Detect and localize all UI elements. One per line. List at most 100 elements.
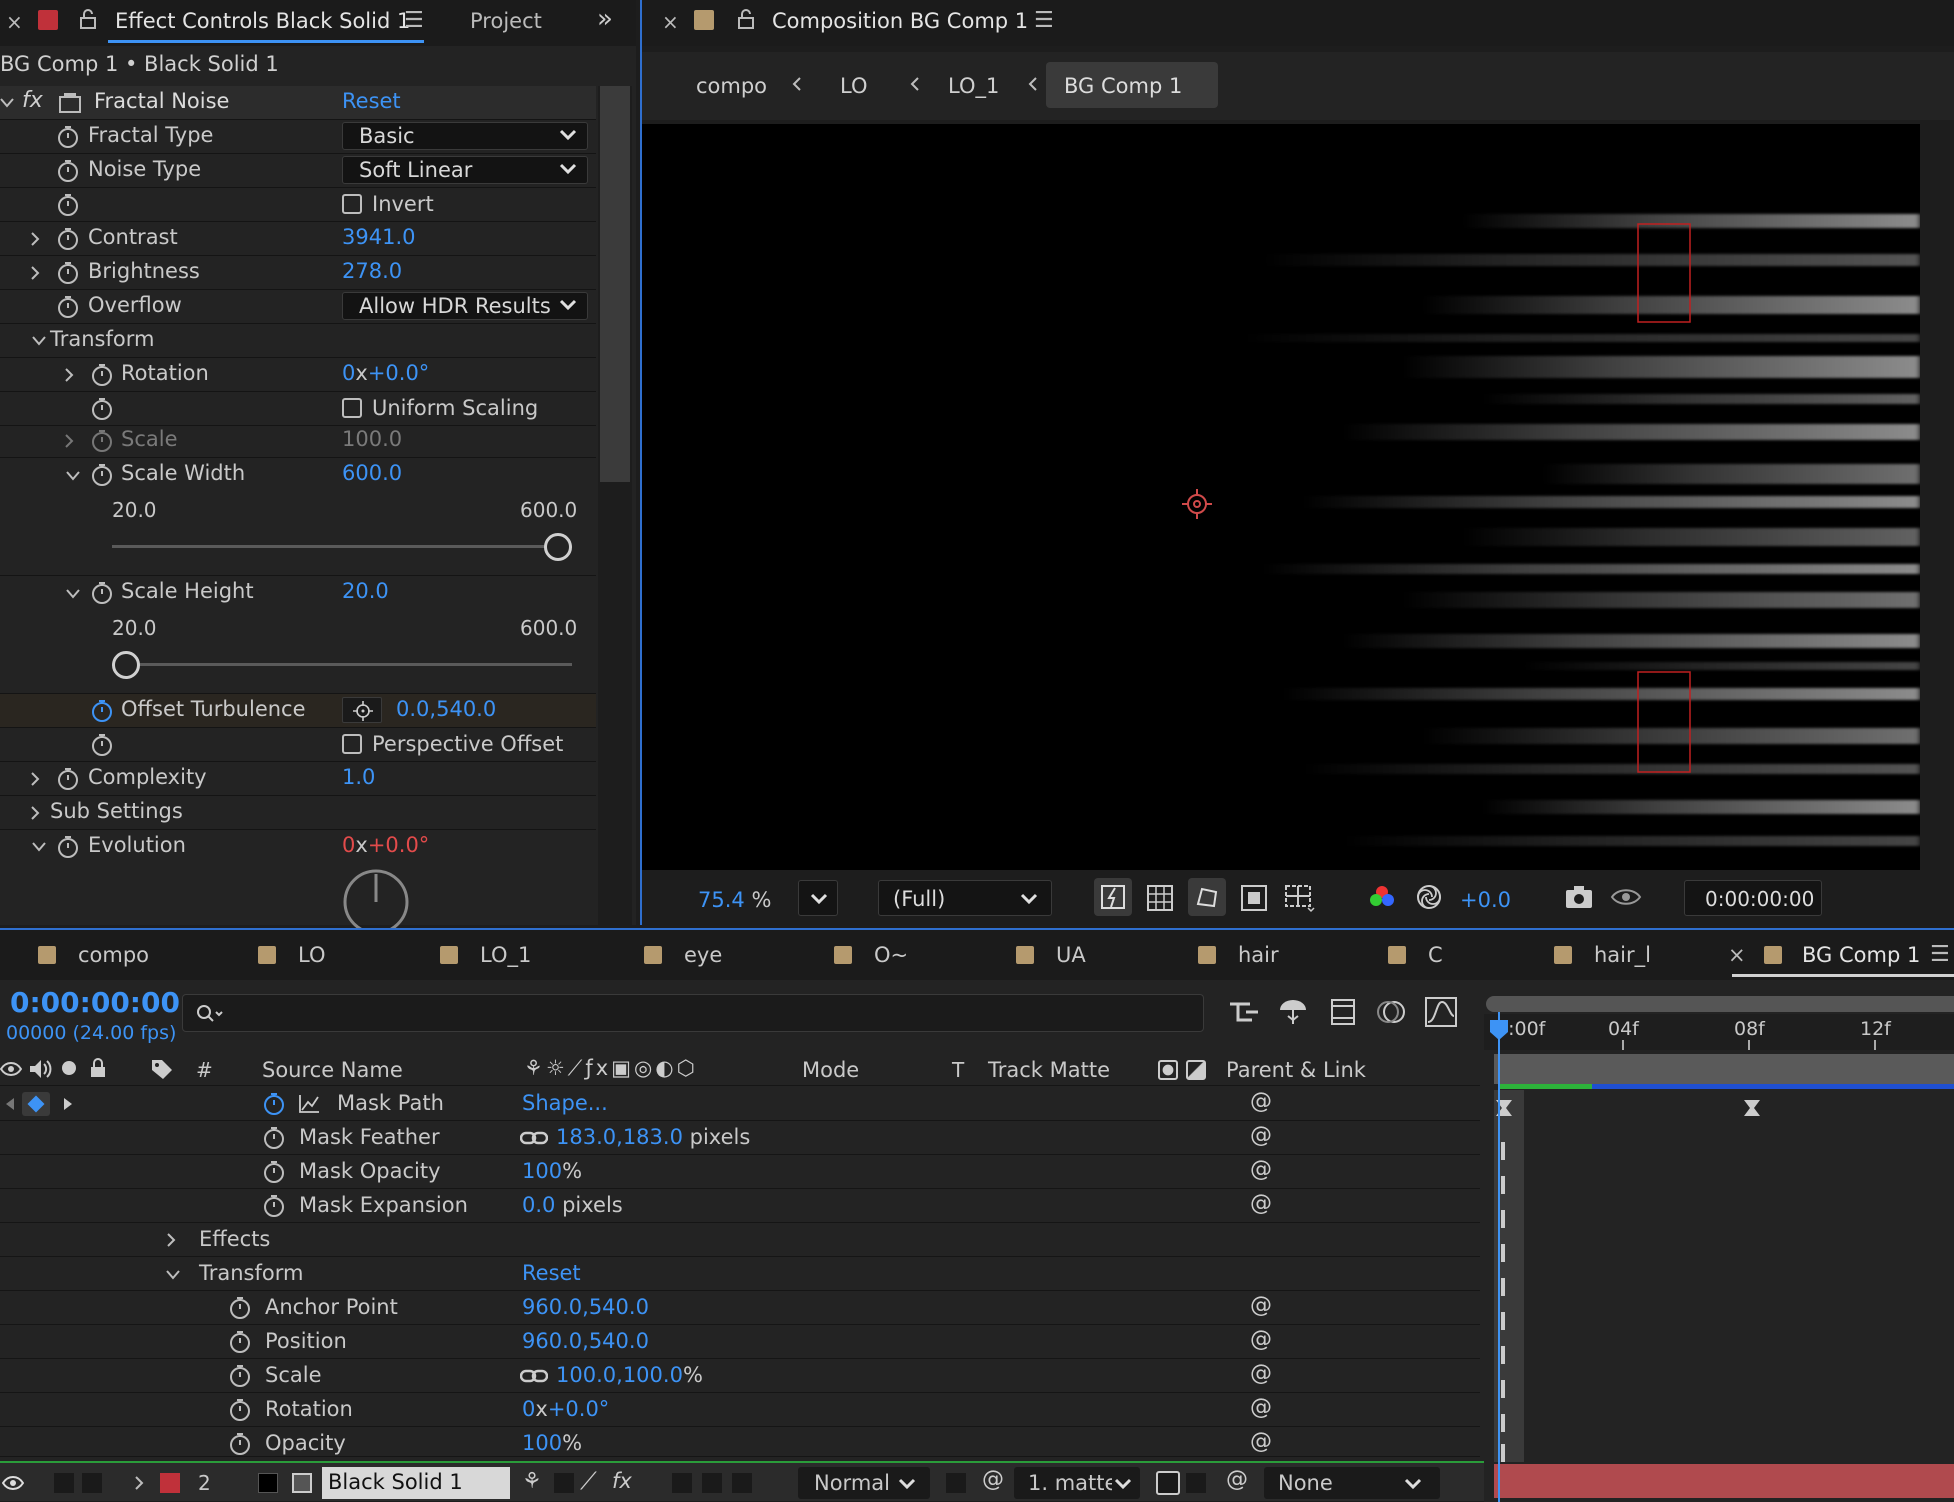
graph-icon[interactable] [298,1094,320,1114]
composition-tab[interactable]: Composition BG Comp 1 [772,9,1028,33]
video-visibility-icon[interactable] [0,1060,22,1078]
scale-height-slider-thumb[interactable] [112,651,140,679]
stopwatch-icon[interactable] [56,261,80,285]
chevron-down-icon[interactable] [0,98,14,108]
project-tab[interactable]: Project [470,9,542,33]
pick-whip-icon[interactable]: @ [1250,1327,1272,1352]
chevron-right-icon[interactable] [30,806,40,820]
composition-flowchart-icon[interactable] [1228,998,1264,1028]
keyframe-marker[interactable] [1494,1098,1514,1118]
stopwatch-icon[interactable] [90,397,114,421]
scrollbar-thumb[interactable] [600,86,630,482]
stopwatch-icon[interactable] [90,429,114,453]
scale-width-slider-track[interactable] [112,545,572,548]
pick-whip-icon[interactable]: @ [1250,1191,1272,1216]
solo-switch[interactable] [82,1473,102,1493]
point-picker-icon[interactable] [342,697,382,723]
crumb-lo-1[interactable]: LO_1 [948,74,999,98]
parent-link-header[interactable]: Parent & Link [1226,1058,1366,1082]
composition-viewer[interactable] [642,124,1920,870]
lock-icon[interactable] [736,8,756,30]
anchor-point-value[interactable]: 960.0,540.0 [522,1295,649,1319]
chevron-down-icon[interactable] [166,1270,180,1280]
pick-whip-icon[interactable]: @ [1250,1089,1272,1114]
next-keyframe-icon[interactable] [62,1097,74,1111]
solo-icon[interactable] [62,1061,76,1075]
viewer-timecode[interactable]: 0:00:00:00 [1684,880,1822,916]
snapshot-camera-icon[interactable] [1564,884,1594,910]
graph-editor-icon[interactable] [1424,996,1458,1028]
stopwatch-icon[interactable] [90,463,114,487]
label-color-swatch[interactable] [694,10,714,30]
chevron-right-icon[interactable] [30,232,40,246]
resolution-dropdown[interactable]: (Full) [878,880,1052,916]
stopwatch-icon[interactable] [90,581,114,605]
crumb-lo[interactable]: LO [840,74,867,98]
uniform-scaling-checkbox[interactable] [342,398,362,418]
evolution-dial[interactable] [342,868,410,928]
shy-layers-icon[interactable] [1276,996,1310,1028]
crumb-bg-comp-1[interactable]: BG Comp 1 [1046,62,1218,108]
mask-feather-value[interactable]: 183.0,183.0 pixels [556,1125,750,1149]
current-time-indicator[interactable] [1498,1012,1500,1502]
chevron-right-icon[interactable] [30,266,40,280]
pick-whip-icon[interactable]: @ [1250,1157,1272,1182]
zoom-dropdown[interactable] [798,880,838,916]
chevron-down-icon[interactable] [66,471,80,481]
mask-visibility-button[interactable] [1188,878,1226,916]
stopwatch-icon[interactable] [228,1296,252,1320]
chevron-down-icon[interactable] [32,842,46,852]
layer-duration-bar[interactable] [1494,1464,1954,1498]
tab-hair[interactable]: hair [1238,930,1279,980]
layer-row[interactable]: 2 Black Solid 1 ⚘ ⟋ fx Normal @ 1. matte… [0,1461,1490,1501]
playhead-icon[interactable] [1488,1018,1510,1042]
scale-height-value[interactable]: 20.0 [342,579,389,603]
scale-width-slider-thumb[interactable] [544,533,572,561]
search-input[interactable] [182,994,1204,1032]
pick-whip-icon[interactable]: @ [1250,1123,1272,1148]
audio-switch[interactable] [54,1473,74,1493]
contrast-value[interactable]: 3941.0 [342,225,415,249]
track-matte-dropdown[interactable]: 1. matte [1014,1467,1140,1499]
pick-whip-icon[interactable]: @ [1250,1293,1272,1318]
position-value[interactable]: 960.0,540.0 [522,1329,649,1353]
panel-menu-icon[interactable]: ☰ [404,8,424,33]
audio-icon[interactable] [28,1058,52,1080]
layer-label-swatch[interactable] [160,1473,180,1493]
stopwatch-icon[interactable] [56,295,80,319]
label-tag-icon[interactable] [150,1058,174,1080]
zoom-value[interactable]: 75.4 % [698,888,771,912]
stopwatch-active-icon[interactable] [90,699,114,723]
transparency-grid-icon[interactable] [1146,884,1174,912]
scale-width-value[interactable]: 600.0 [342,461,402,485]
add-keyframe-button[interactable] [22,1092,50,1116]
lock-icon[interactable] [78,8,98,30]
shy-switch-icon[interactable]: ⚘ [522,1469,542,1494]
previous-keyframe-icon[interactable] [4,1097,16,1111]
source-name-header[interactable]: Source Name [262,1058,403,1082]
adjustment-switch[interactable] [732,1473,752,1493]
frame-blend-switch[interactable] [672,1473,692,1493]
close-icon[interactable]: × [1728,930,1746,980]
pick-whip-icon[interactable]: @ [1250,1361,1272,1386]
offset-turbulence-value[interactable]: 0.0,540.0 [396,697,496,721]
matte-pick-whip-icon[interactable]: @ [982,1467,1004,1492]
chevron-down-icon[interactable] [66,589,80,599]
rotation-value[interactable]: 0x+0.0° [342,361,429,385]
chevron-right-icon[interactable] [64,434,74,448]
scale-height-slider-track[interactable] [112,663,572,666]
chevron-right-icon[interactable] [30,772,40,786]
current-time-display[interactable]: 0:00:00:00 [10,986,180,1019]
panel-menu-icon[interactable]: ☰ [1034,8,1054,33]
fractal-type-dropdown[interactable]: Basic [342,122,588,150]
evolution-value[interactable]: 0x+0.0° [342,833,429,857]
stopwatch-icon[interactable] [228,1330,252,1354]
chevron-right-icon[interactable] [134,1476,144,1490]
tab-bg-comp-1[interactable]: BG Comp 1 [1802,930,1920,980]
grid-guides-icon[interactable] [1282,882,1316,914]
time-ruler[interactable]: 0:00f 04f 08f 12f [1484,1014,1954,1050]
rotation-value[interactable]: 0x+0.0° [522,1397,609,1421]
chevron-right-icon[interactable] [166,1233,176,1247]
close-icon[interactable]: × [662,10,679,34]
fast-previews-button[interactable] [1094,878,1132,916]
